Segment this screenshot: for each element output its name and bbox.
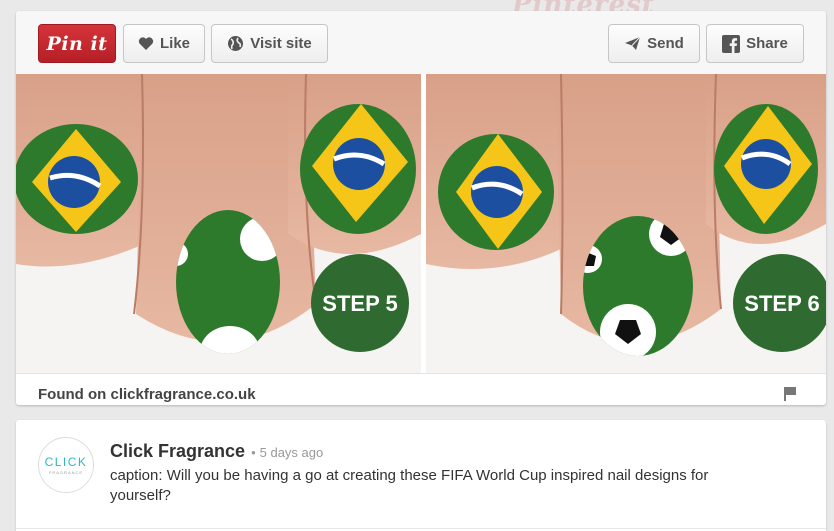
globe-icon — [227, 35, 244, 52]
send-label: Send — [647, 35, 684, 52]
avatar-logo: CLICK — [44, 455, 88, 469]
avatar-sub: FRAGRANCE — [48, 470, 84, 475]
share-label: Share — [746, 35, 788, 52]
pin-it-label: Pin it — [46, 32, 108, 55]
like-button[interactable]: Like — [123, 24, 205, 63]
poster-name[interactable]: Click Fragrance — [110, 441, 245, 461]
nail-art-photo: STEP 5 STEP 6 — [16, 74, 826, 373]
pin-it-button[interactable]: Pin it — [38, 24, 116, 63]
share-button[interactable]: Share — [706, 24, 804, 63]
found-on-link[interactable]: Found on clickfragrance.co.uk — [38, 386, 256, 403]
step6-photo: STEP 6 — [426, 74, 826, 373]
step6-label: STEP 6 — [744, 291, 819, 316]
pin-action-bar: Pin it Like Visit site Send Share — [16, 11, 826, 74]
pin-description-card: CLICK FRAGRANCE Click Fragrance • 5 days a… — [16, 420, 826, 531]
pin-card: Pin it Like Visit site Send Share STEP 5… — [16, 11, 826, 405]
avatar[interactable]: CLICK FRAGRANCE — [38, 437, 94, 493]
pin-caption: caption: Will you be having a go at crea… — [110, 467, 709, 504]
heart-icon — [138, 36, 154, 51]
visit-site-label: Visit site — [250, 35, 312, 52]
flag-icon[interactable] — [784, 387, 796, 405]
separator: • — [251, 445, 256, 460]
paper-plane-icon — [624, 36, 641, 51]
divider — [16, 528, 826, 529]
post-time: 5 days ago — [259, 445, 324, 460]
visit-site-button[interactable]: Visit site — [211, 24, 328, 63]
like-label: Like — [159, 35, 190, 52]
step5-photo: STEP 5 — [16, 74, 421, 373]
facebook-icon — [722, 34, 741, 53]
found-on-bar: Found on clickfragrance.co.uk — [16, 373, 826, 405]
step5-label: STEP 5 — [322, 291, 397, 316]
send-button[interactable]: Send — [608, 24, 700, 63]
poster-line: Click Fragrance • 5 days ago — [110, 441, 323, 462]
pin-image[interactable]: STEP 5 STEP 6 — [16, 74, 826, 373]
